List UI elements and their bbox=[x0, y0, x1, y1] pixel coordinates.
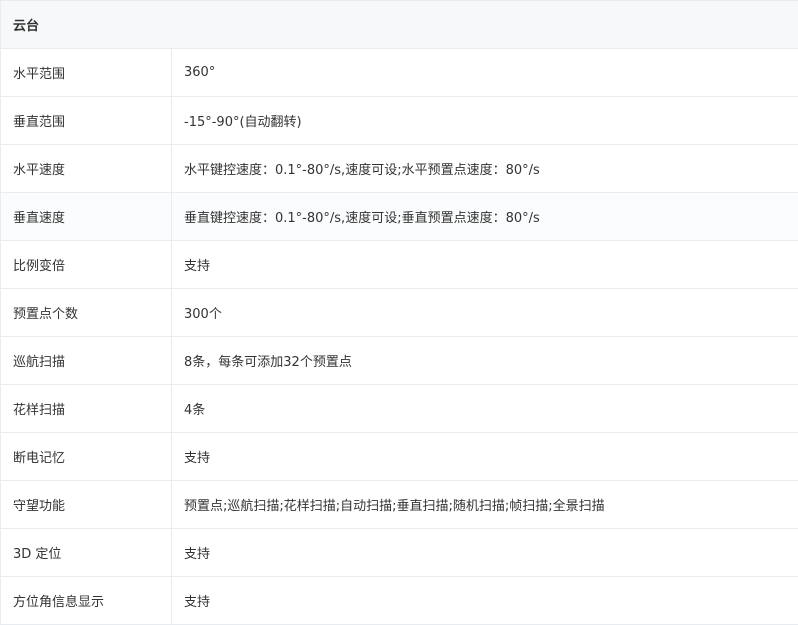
spec-row: 垂直范围 -15°-90°(自动翻转) bbox=[0, 96, 798, 145]
spec-value: 水平键控速度：0.1°-80°/s,速度可设;水平预置点速度：80°/s bbox=[170, 144, 798, 193]
spec-row: 水平速度 水平键控速度：0.1°-80°/s,速度可设;水平预置点速度：80°/… bbox=[0, 144, 798, 193]
spec-label: 水平速度 bbox=[0, 144, 172, 193]
spec-row: 守望功能 预置点;巡航扫描;花样扫描;自动扫描;垂直扫描;随机扫描;帧扫描;全景… bbox=[0, 480, 798, 529]
spec-value: 4条 bbox=[170, 384, 798, 433]
spec-label: 垂直范围 bbox=[0, 96, 172, 145]
spec-label: 守望功能 bbox=[0, 480, 172, 529]
spec-table: 云台 水平范围 360° 垂直范围 -15°-90°(自动翻转) 水平速度 水平… bbox=[0, 0, 798, 625]
spec-row: 巡航扫描 8条，每条可添加32个预置点 bbox=[0, 336, 798, 385]
spec-value: 300个 bbox=[170, 288, 798, 337]
spec-label: 3D 定位 bbox=[0, 528, 172, 577]
spec-label: 水平范围 bbox=[0, 48, 172, 97]
spec-value: 支持 bbox=[170, 240, 798, 289]
spec-label: 垂直速度 bbox=[0, 192, 172, 241]
section-title: 云台 bbox=[0, 0, 798, 49]
spec-value: 垂直键控速度：0.1°-80°/s,速度可设;垂直预置点速度：80°/s bbox=[170, 192, 798, 241]
spec-value: -15°-90°(自动翻转) bbox=[170, 96, 798, 145]
spec-label: 预置点个数 bbox=[0, 288, 172, 337]
spec-value: 360° bbox=[170, 48, 798, 97]
spec-label: 比例变倍 bbox=[0, 240, 172, 289]
spec-value: 支持 bbox=[170, 432, 798, 481]
spec-label: 巡航扫描 bbox=[0, 336, 172, 385]
spec-row: 水平范围 360° bbox=[0, 48, 798, 97]
spec-row: 方位角信息显示 支持 bbox=[0, 576, 798, 625]
spec-value: 8条，每条可添加32个预置点 bbox=[170, 336, 798, 385]
spec-label: 花样扫描 bbox=[0, 384, 172, 433]
spec-value: 预置点;巡航扫描;花样扫描;自动扫描;垂直扫描;随机扫描;帧扫描;全景扫描 bbox=[170, 480, 798, 529]
spec-value: 支持 bbox=[170, 528, 798, 577]
spec-row: 预置点个数 300个 bbox=[0, 288, 798, 337]
spec-row: 花样扫描 4条 bbox=[0, 384, 798, 433]
section-header-row: 云台 bbox=[0, 0, 798, 49]
spec-row: 断电记忆 支持 bbox=[0, 432, 798, 481]
spec-row: 3D 定位 支持 bbox=[0, 528, 798, 577]
spec-value: 支持 bbox=[170, 576, 798, 625]
spec-row: 比例变倍 支持 bbox=[0, 240, 798, 289]
spec-label: 断电记忆 bbox=[0, 432, 172, 481]
spec-row: 垂直速度 垂直键控速度：0.1°-80°/s,速度可设;垂直预置点速度：80°/… bbox=[0, 192, 798, 241]
spec-label: 方位角信息显示 bbox=[0, 576, 172, 625]
